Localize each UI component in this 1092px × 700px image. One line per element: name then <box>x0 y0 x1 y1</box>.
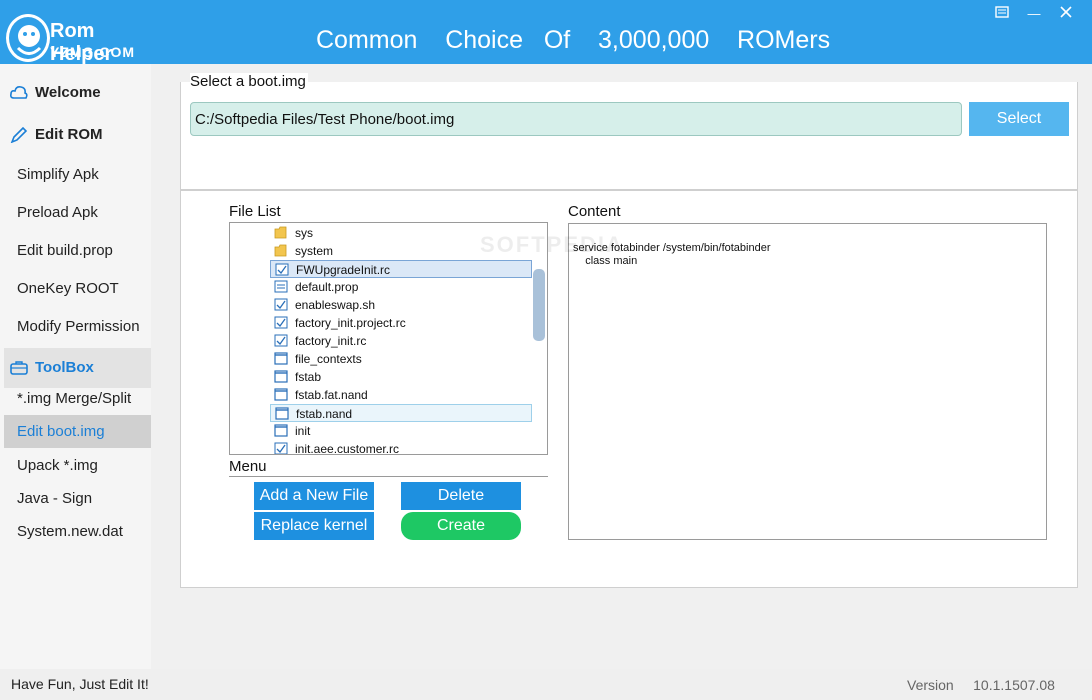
select-button[interactable]: Select <box>969 102 1069 136</box>
list-item[interactable]: fstab.nand <box>270 404 532 422</box>
list-item[interactable]: enableswap.sh <box>270 296 532 314</box>
sidebar-item-edit-boot-img[interactable]: Edit boot.img <box>4 415 151 448</box>
checked-file-icon <box>275 263 289 276</box>
sidebar-item-java-sign[interactable]: Java - Sign <box>4 482 151 516</box>
sidebar-item-system-new-dat[interactable]: System.new.dat <box>4 515 151 549</box>
logo-icon <box>6 14 50 62</box>
list-item[interactable]: default.prop <box>270 278 532 296</box>
folder-icon <box>274 244 287 257</box>
status-bar: Have Fun, Just Edit It! Version 10.1.150… <box>0 669 1092 700</box>
sidebar-item-simplify-apk[interactable]: Simplify Apk <box>4 158 151 192</box>
list-item[interactable]: file_contexts <box>270 350 532 368</box>
sidebar-item-upack-img[interactable]: Upack *.img <box>4 449 151 483</box>
boot-path-input[interactable] <box>190 102 962 136</box>
version-label: Version 10.1.1507.08 <box>907 677 1055 693</box>
replace-kernel-button[interactable]: Replace kernel <box>254 512 374 540</box>
checked-file-icon <box>274 316 288 329</box>
list-item[interactable]: FWUpgradeInit.rc <box>270 260 532 278</box>
list-item[interactable]: fstab <box>270 368 532 386</box>
pencil-icon <box>10 127 28 143</box>
file-list-label: File List <box>229 203 281 220</box>
toolbox-icon <box>10 361 28 375</box>
minimize-icon[interactable]: — <box>1024 6 1044 22</box>
file-icon <box>274 424 288 437</box>
cloud-icon <box>10 86 28 99</box>
list-item[interactable]: factory_init.rc <box>270 332 532 350</box>
checked-file-icon <box>274 442 288 454</box>
sidebar-item-edit-build-prop[interactable]: Edit build.prop <box>4 234 151 268</box>
sidebar-item-label: Edit ROM <box>35 126 103 143</box>
content-textarea[interactable]: service fotabinder /system/bin/fotabinde… <box>568 223 1047 540</box>
sidebar-item-welcome[interactable]: Welcome <box>4 76 151 110</box>
sidebar-item-label: Welcome <box>35 84 101 101</box>
settings-file-icon <box>274 280 288 293</box>
list-item[interactable]: factory_init.project.rc <box>270 314 532 332</box>
sidebar-item-edit-rom[interactable]: Edit ROM <box>4 118 151 152</box>
add-new-file-button[interactable]: Add a New File <box>254 482 374 510</box>
checked-file-icon <box>274 298 288 311</box>
menu-icon[interactable] <box>992 6 1012 22</box>
boot-select-title: Select a boot.img <box>190 73 308 90</box>
delete-button[interactable]: Delete <box>401 482 521 510</box>
list-item[interactable]: init.aee.customer.rc <box>270 440 532 454</box>
content-label: Content <box>568 203 621 220</box>
sidebar-item-img-merge-split[interactable]: *.img Merge/Split <box>4 382 151 416</box>
checked-file-icon <box>274 334 288 347</box>
folder-icon <box>274 226 287 239</box>
menu-divider <box>229 476 548 477</box>
smiley-icon <box>16 25 42 55</box>
header-slogan: Common Choice Of 3,000,000 ROMers <box>316 26 831 54</box>
watermark: SOFTPEDIA <box>480 232 624 257</box>
file-icon <box>274 352 288 365</box>
create-button[interactable]: Create <box>401 512 521 540</box>
boot-select-panel <box>180 82 1078 190</box>
sidebar-item-onekey-root[interactable]: OneKey ROOT <box>4 272 151 306</box>
file-list-scrollbar[interactable] <box>533 269 545 341</box>
footer-slogan: Have Fun, Just Edit It! <box>11 676 149 692</box>
menu-label: Menu <box>229 458 267 475</box>
app-domain: YZMG.COM <box>50 44 135 60</box>
file-icon <box>274 388 288 401</box>
app-logo: Rom Helper YZMG.COM <box>4 10 154 66</box>
file-icon <box>274 370 288 383</box>
file-icon <box>275 407 289 420</box>
list-item[interactable]: fstab.fat.nand <box>270 386 532 404</box>
sidebar-item-preload-apk[interactable]: Preload Apk <box>4 196 151 230</box>
sidebar-item-modify-permission[interactable]: Modify Permission <box>4 310 151 344</box>
list-item[interactable]: init <box>270 422 532 440</box>
close-icon[interactable] <box>1056 6 1076 22</box>
sidebar-item-label: ToolBox <box>35 359 94 376</box>
